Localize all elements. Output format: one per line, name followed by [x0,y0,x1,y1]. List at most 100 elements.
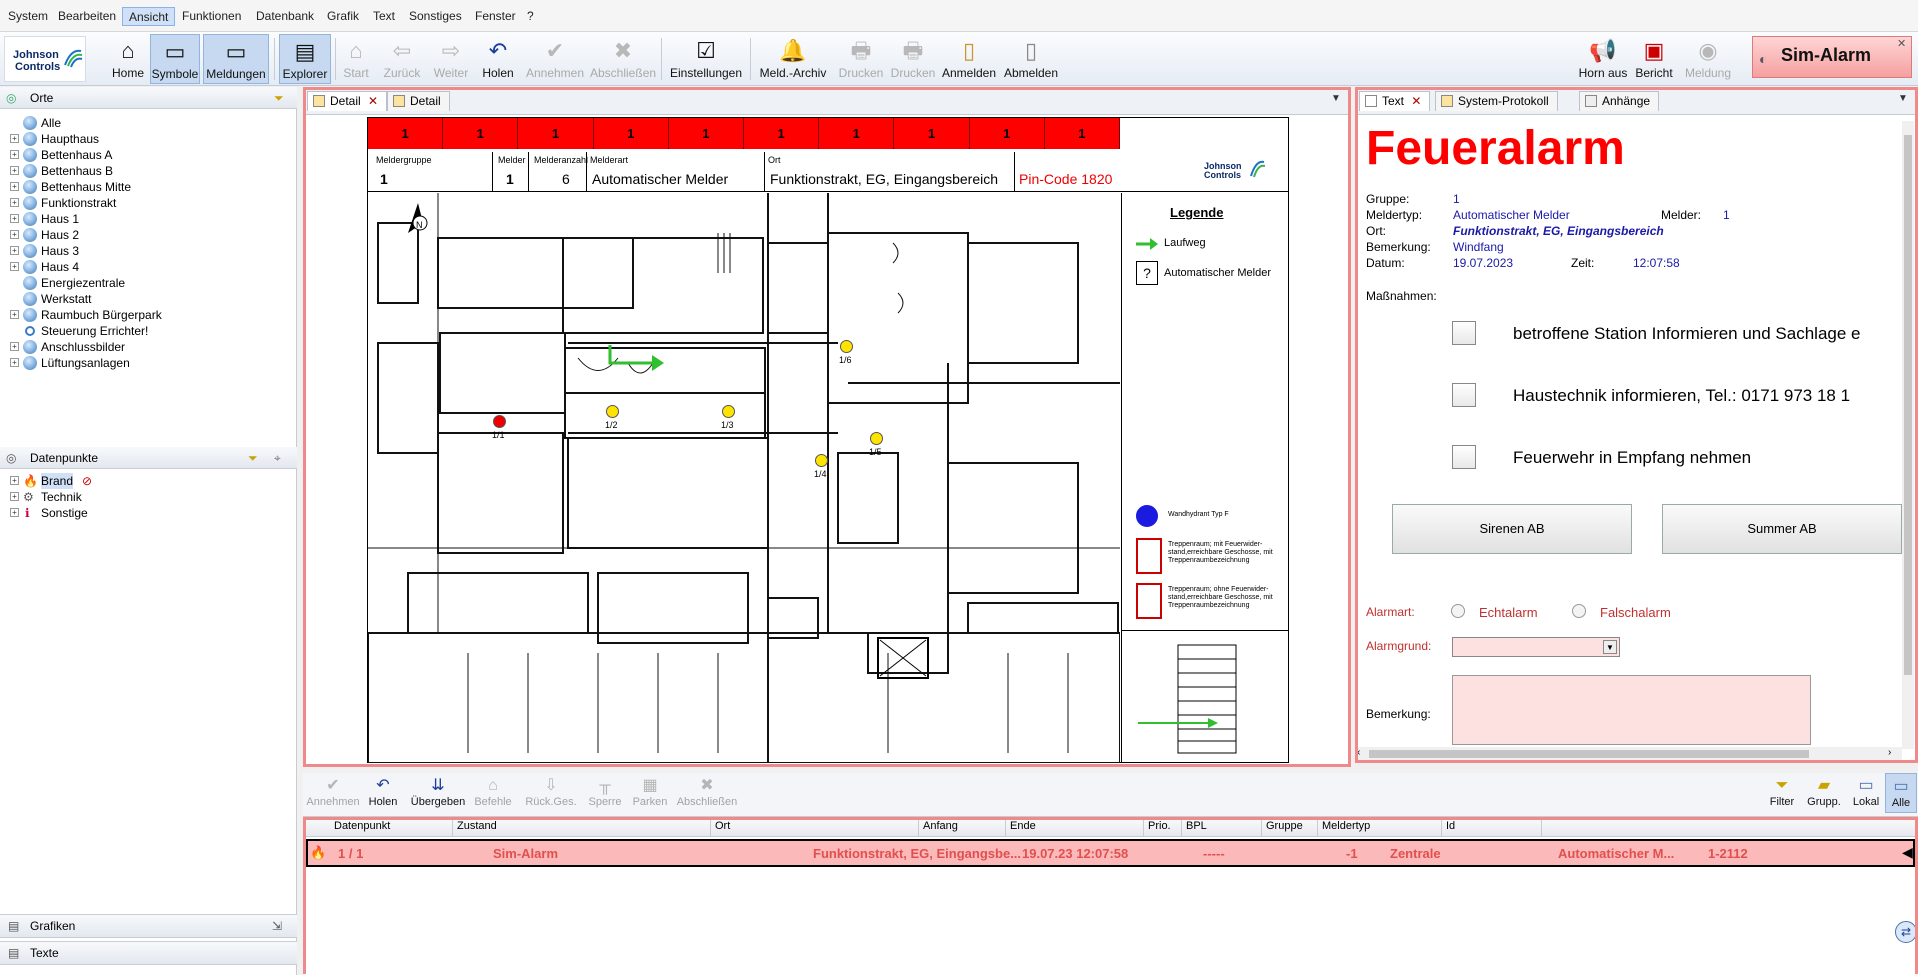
tree-item-brand[interactable]: + 🔥 Brand ⊘ [10,473,210,489]
drucken-button-2[interactable]: 🖶 Drucken [888,34,938,84]
menu-datenbank[interactable]: Datenbank [250,7,320,26]
zurueck-button[interactable]: ⇦ Zurück [380,34,424,84]
tree-item-ort[interactable]: Steuerung Errichter! [10,323,280,339]
meld-archiv-button[interactable]: 🔔 Meld.-Archiv [756,34,830,84]
expand-icon[interactable]: + [10,262,19,271]
meldungen-button[interactable]: ▭ Meldungen [203,34,269,84]
filter-icon[interactable]: ⏷ [248,447,258,469]
menu-bearbeiten[interactable]: Bearbeiten [52,7,122,26]
parken-button[interactable]: ▦ Parken [629,773,671,813]
texte-header[interactable]: ▤ Texte [0,941,297,965]
tree-item-ort[interactable]: + Raumbuch Bürgerpark [10,307,280,323]
expand-icon[interactable]: + [10,246,19,255]
tree-item-ort[interactable]: + Haupthaus [10,131,280,147]
tree-item-sonstige[interactable]: + ℹ Sonstige [10,505,210,521]
close-icon[interactable]: ✕ [1897,37,1906,50]
holen-button[interactable]: ↶ Holen [365,773,401,813]
menu-fenster[interactable]: Fenster [469,7,522,26]
expand-icon[interactable]: + [10,198,19,207]
arrow-left-icon: ⇦ [392,38,412,63]
tree-item-technik[interactable]: + ⚙ Technik [10,489,210,505]
start-button[interactable]: ⌂ Start [338,34,374,84]
expand-icon[interactable]: + [10,310,19,319]
lokal-label: Lokal [1852,796,1880,808]
globe-icon [23,132,37,146]
abmelden-label: Abmelden [1003,66,1059,80]
abschliessen-button[interactable]: ✖ Abschließen [590,34,656,84]
alle-button[interactable]: ▭ Alle [1885,773,1917,813]
menu-sonstiges[interactable]: Sonstiges [403,7,468,26]
tree-item-ort[interactable]: + Bettenhaus B [10,163,280,179]
expand-icon[interactable]: + [10,182,19,191]
explorer-button[interactable]: ▤ Explorer [279,34,331,84]
holen-label: Holen [368,796,398,808]
tree-item-ort[interactable]: + Haus 1 [10,211,280,227]
tree-item-ort[interactable]: + Funktionstrakt [10,195,280,211]
expand-icon[interactable]: + [10,214,19,223]
grafiken-header[interactable]: ▤ Grafiken ⇲ [0,914,297,938]
expand-icon[interactable]: + [10,150,19,159]
meldung-button[interactable]: ◉ Meldung [1682,34,1734,84]
horn-aus-label: Horn aus [1578,66,1628,80]
menu-system[interactable]: System [2,7,54,26]
speaker-icon: ◉ [1698,38,1718,63]
tree-item-ort[interactable]: + Bettenhaus Mitte [10,179,280,195]
tree-item-ort[interactable]: Werkstatt [10,291,280,307]
sim-alarm-indicator[interactable]: ◐ Sim-Alarm ✕ [1752,36,1912,78]
holen-button[interactable]: ↶ Holen [478,34,518,84]
grupp-button[interactable]: ▰ Grupp. [1803,773,1845,813]
pin-icon[interactable]: ⌖ [274,447,281,469]
abschliessen-label: Abschließen [676,796,738,808]
tree-item-ort[interactable]: + Bettenhaus A [10,147,280,163]
abmelden-button[interactable]: ▯ Abmelden [1002,34,1060,84]
expand-icon[interactable]: + [10,508,19,517]
einstellungen-button[interactable]: ☑ Einstellungen [666,34,746,84]
menu-funktionen[interactable]: Funktionen [176,7,247,26]
horn-aus-button[interactable]: 📢 Horn aus [1578,34,1628,84]
anmelden-button[interactable]: ▯ Anmelden [940,34,998,84]
tree-item-ort[interactable]: + Lüftungsanlagen [10,355,280,371]
menu-text[interactable]: Text [367,7,401,26]
tree-label: Lüftungsanlagen [41,356,130,370]
annehmen-button[interactable]: ✔ Annehmen [524,34,586,84]
menu-bar: System Bearbeiten Ansicht Funktionen Dat… [0,0,1918,32]
expand-icon[interactable]: + [10,358,19,367]
tree-item-ort[interactable]: + Haus 4 [10,259,280,275]
filter-button[interactable]: ⏷ Filter [1765,773,1799,813]
dock-icon[interactable]: ⇲ [272,915,282,937]
home-button[interactable]: ⌂ Home [108,34,148,84]
menu-ansicht[interactable]: Ansicht [122,7,176,26]
expand-icon[interactable]: + [10,230,19,239]
weiter-button[interactable]: ⇨ Weiter [430,34,472,84]
tree-item-ort[interactable]: + Haus 3 [10,243,280,259]
tree-item-ort[interactable]: + Haus 2 [10,227,280,243]
befehle-button[interactable]: ⌂ Befehle [473,773,513,813]
drucken-label-2: Drucken [890,66,936,80]
symbole-button[interactable]: ▭ Symbole [150,34,200,84]
uebergeben-button[interactable]: ⇊ Übergeben [409,773,467,813]
rueck-ges-button[interactable]: ⇩ Rück.Ges. [523,773,579,813]
tree-item-ort[interactable]: + Anschlussbilder [10,339,280,355]
abschliessen-button[interactable]: ✖ Abschließen [675,773,739,813]
tree-item-ort[interactable]: Alle [10,115,280,131]
zurueck-label: Zurück [383,66,421,80]
expand-icon[interactable]: + [10,342,19,351]
datenpunkte-header: ◎ Datenpunkte ⏷ ⌖ [0,447,297,469]
expand-icon[interactable]: + [10,166,19,175]
annehmen-button[interactable]: ✔ Annehmen [305,773,361,813]
checkmark-icon: ✔ [326,777,340,794]
reset-icon: ⇩ [544,777,558,794]
tree-item-ort[interactable]: Energiezentrale [10,275,280,291]
sperre-button[interactable]: ╥ Sperre [585,773,625,813]
expand-icon[interactable]: + [10,492,19,501]
globe-icon [23,196,37,210]
filter-icon[interactable]: ⏷ [274,87,284,109]
lokal-button[interactable]: ▭ Lokal [1849,773,1883,813]
drucken-button-1[interactable]: 🖶 Drucken [836,34,886,84]
menu-grafik[interactable]: Grafik [321,7,365,26]
johnson-controls-logo: Johnson Controls [4,36,86,82]
expand-icon[interactable]: + [10,476,19,485]
menu-help[interactable]: ? [521,7,540,26]
bericht-button[interactable]: ▣ Bericht [1632,34,1676,84]
expand-icon[interactable]: + [10,134,19,143]
